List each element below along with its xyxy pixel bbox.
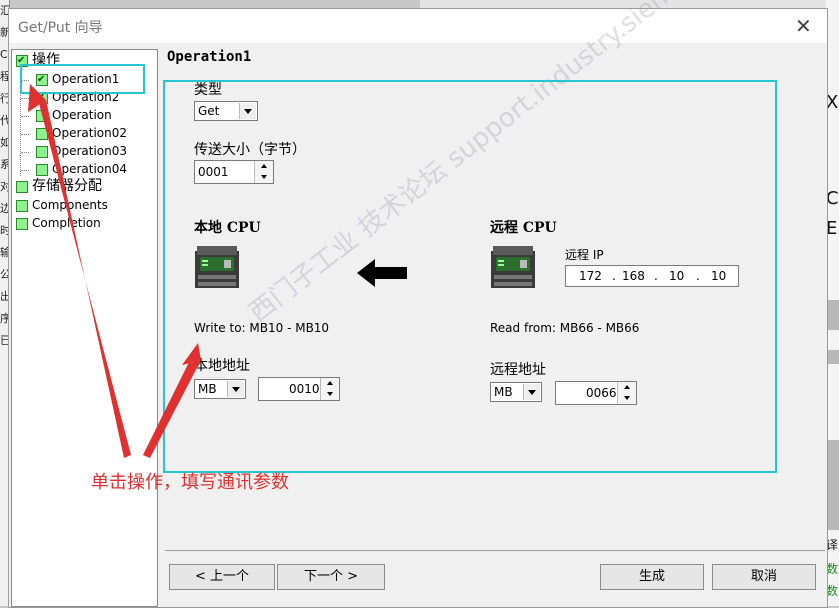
- tree-item-label: Components: [32, 198, 108, 212]
- highlight-panel-box: [163, 80, 777, 473]
- tree-line: [21, 134, 29, 135]
- tree-item-label: Operation03: [52, 144, 127, 158]
- tree-item-label: Operation04: [52, 162, 127, 176]
- dialog-title: Get/Put 向导: [18, 20, 103, 36]
- tree-line: [21, 170, 29, 171]
- checkbox-icon: [36, 128, 48, 140]
- tree-item-label: Operation: [52, 108, 112, 122]
- tree-item-label: Completion: [32, 216, 101, 230]
- tree-item-label: Operation02: [52, 126, 127, 140]
- tree-item-label: 存储器分配: [32, 178, 102, 194]
- title-bar: Get/Put 向导 ✕: [9, 9, 827, 43]
- wizard-tree: 操作 Operation1 Operation2 Operation Opera…: [11, 49, 158, 607]
- footer-divider: [165, 550, 825, 551]
- checkbox-icon: [16, 218, 28, 230]
- page-title: Operation1: [167, 49, 252, 65]
- checkbox-icon: [16, 200, 28, 212]
- highlight-operation1-box: [20, 64, 145, 94]
- annotation-text: 单击操作，填写通讯参数: [91, 472, 289, 493]
- generate-button[interactable]: 生成: [600, 564, 704, 590]
- cancel-button[interactable]: 取消: [712, 564, 816, 590]
- checkbox-icon: [36, 110, 48, 122]
- tree-line: [21, 152, 29, 153]
- next-button[interactable]: 下一个 >: [277, 564, 385, 590]
- checkbox-icon: [36, 164, 48, 176]
- tree-line: [21, 116, 29, 117]
- close-icon[interactable]: ✕: [795, 14, 812, 38]
- checkbox-icon: [36, 146, 48, 158]
- checkbox-icon: [16, 181, 28, 193]
- prev-button[interactable]: < 上一个: [169, 564, 275, 590]
- tree-line: [21, 98, 29, 99]
